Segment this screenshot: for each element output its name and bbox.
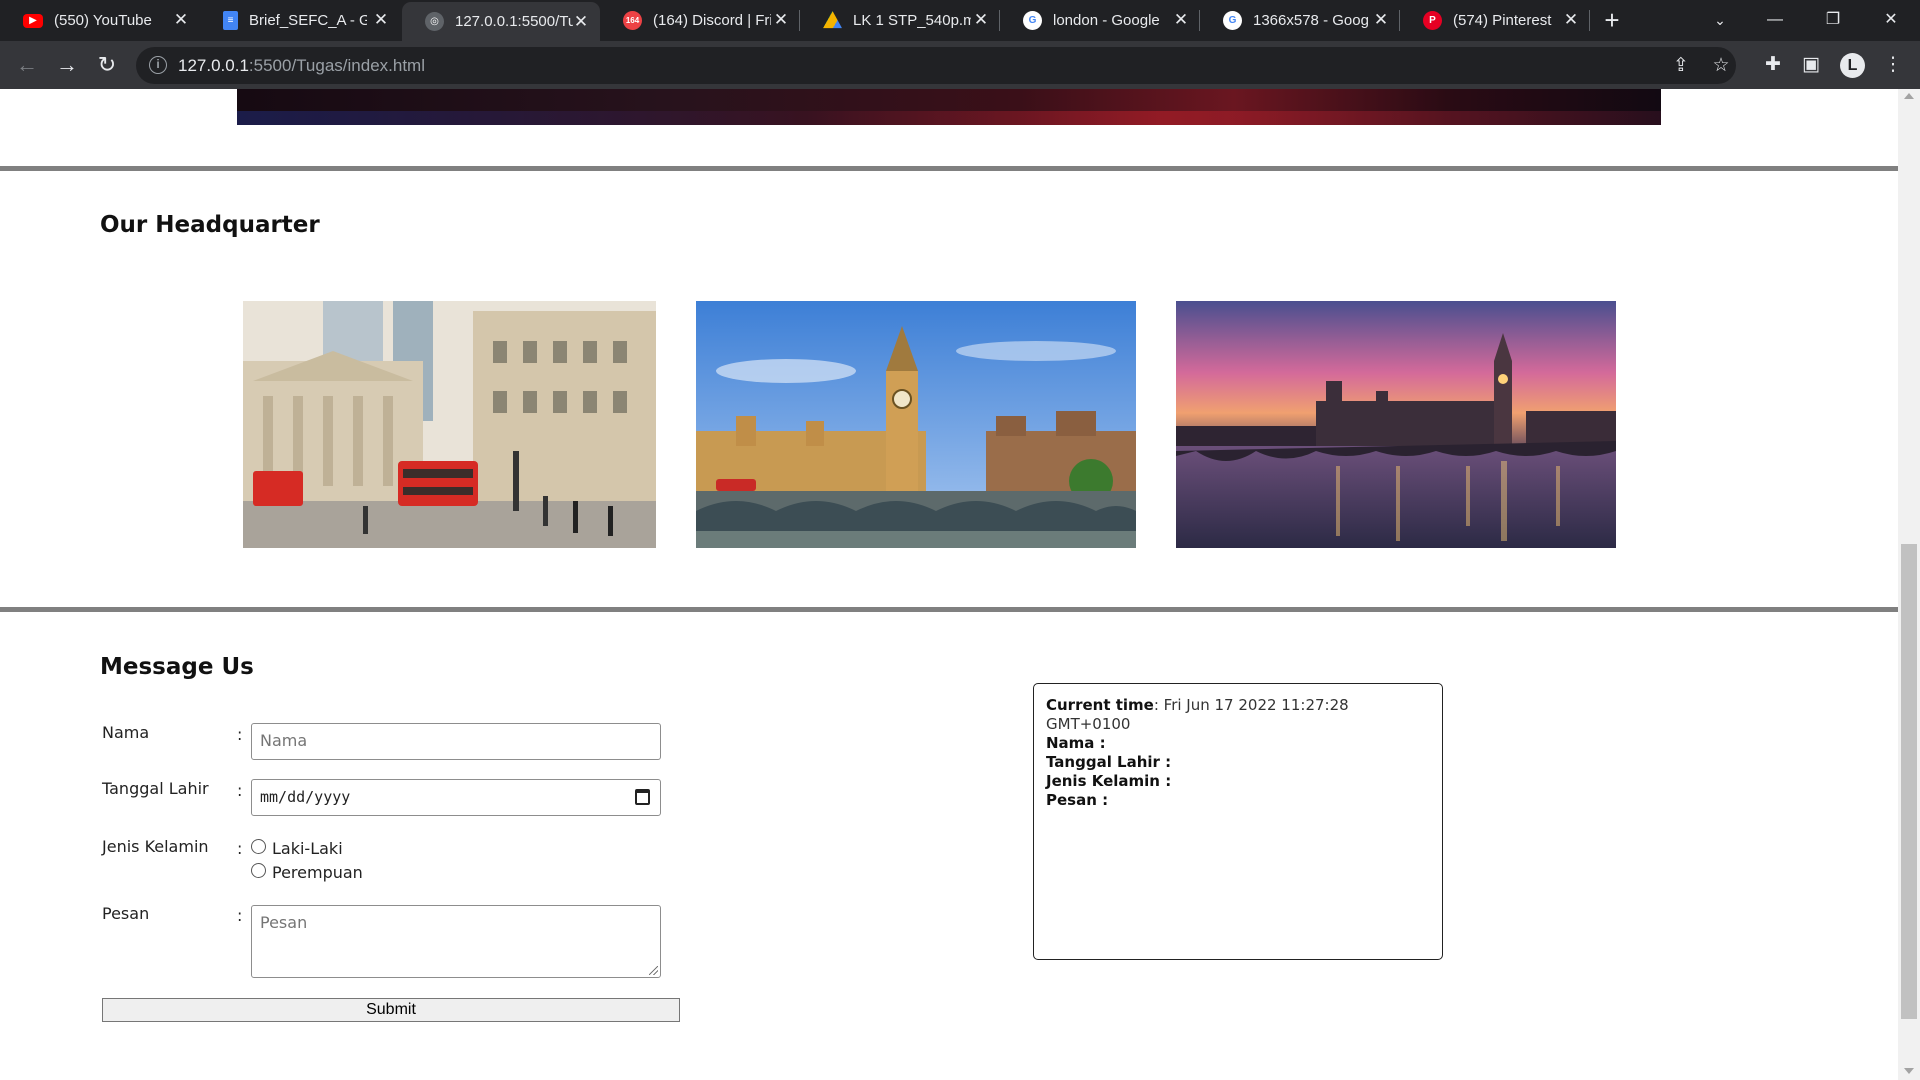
reload-icon[interactable]: ↻ [92,50,122,80]
close-window-button[interactable]: ✕ [1866,6,1916,34]
profile-avatar[interactable]: L [1840,53,1865,78]
tab-discord[interactable]: 164 (164) Discord | Fri ✕ [600,0,800,41]
minimize-button[interactable]: — [1750,6,1800,34]
top-banner-image [237,89,1661,125]
new-tab-button[interactable]: + [1598,7,1626,35]
nama-input[interactable]: Nama [251,723,661,760]
forward-arrow-icon[interactable]: → [52,50,82,80]
output-nama-label: Nama : [1046,734,1106,752]
side-panel-icon[interactable]: ▣ [1800,54,1822,76]
google-icon: G [1023,11,1042,30]
tanggal-lahir-date-input[interactable]: mm/dd/yyyy [251,779,661,816]
radio-laki-laki[interactable]: Laki-Laki [251,839,343,858]
pesan-label: Pesan [102,904,150,923]
globe-icon: ◎ [425,12,444,31]
close-tab-icon[interactable]: ✕ [1172,11,1190,29]
youtube-icon: ▶ [23,13,43,28]
output-pesan-label: Pesan : [1046,791,1109,809]
westminster-sunset-photo [1176,301,1616,548]
close-tab-icon[interactable]: ✕ [1562,11,1580,29]
extensions-puzzle-icon[interactable]: ✚ [1762,54,1784,76]
output-tanggal-label: Tanggal Lahir : [1046,753,1172,771]
close-tab-icon[interactable]: ✕ [772,11,790,29]
tab-pinterest[interactable]: P (574) Pinterest ✕ [1400,0,1590,41]
page-scrollbar[interactable] [1898,89,1920,1080]
tab-youtube[interactable]: ▶ (550) YouTube ✕ [0,0,200,41]
colon: : [237,725,243,744]
google-drive-icon [823,11,842,29]
discord-icon: 164 [623,11,642,30]
current-time-row: Current time: Fri Jun 17 2022 11:27:28 G… [1046,696,1349,733]
close-tab-icon[interactable]: ✕ [972,11,990,29]
resize-handle-icon[interactable] [649,966,658,975]
nama-label: Nama [102,723,150,742]
calendar-icon[interactable] [635,789,650,805]
browser-tab-strip: ▶ (550) YouTube ✕ ≡ Brief_SEFC_A - Go ✕ … [0,0,1920,41]
submit-button[interactable]: Submit [102,998,680,1022]
url-text[interactable]: 127.0.0.1:5500/Tugas/index.html [178,56,425,76]
pinterest-icon: P [1423,11,1442,30]
bookmark-star-icon[interactable]: ☆ [1710,55,1732,77]
scroll-down-arrow-icon[interactable] [1904,1068,1914,1074]
radio-button[interactable] [251,839,266,854]
pesan-textarea[interactable]: Pesan [251,905,661,978]
radio-perempuan[interactable]: Perempuan [251,863,363,882]
section-divider [0,607,1898,612]
tab-google-london[interactable]: G london - Google ✕ [1000,0,1200,41]
site-info-icon[interactable]: i [149,56,167,74]
google-icon: G [1223,11,1242,30]
page-viewport: Our Headquarter Message Us Nama: Nama T… [0,89,1898,1080]
jenis-kelamin-label: Jenis Kelamin [102,837,209,856]
restore-button[interactable]: ❐ [1808,6,1858,34]
scrollbar-thumb[interactable] [1901,544,1917,1019]
address-bar[interactable]: i 127.0.0.1:5500/Tugas/index.html ⇪ ☆ [136,47,1736,84]
tab-separator [1589,10,1590,31]
close-tab-icon[interactable]: ✕ [572,13,590,31]
back-arrow-icon[interactable]: ← [12,50,42,80]
message-us-title: Message Us [100,654,254,680]
close-tab-icon[interactable]: ✕ [372,11,390,29]
share-icon[interactable]: ⇪ [1670,55,1692,77]
scroll-up-arrow-icon[interactable] [1904,93,1914,99]
tab-google-docs[interactable]: ≡ Brief_SEFC_A - Go ✕ [200,0,400,41]
colon: : [237,839,243,858]
city-street-photo [243,301,656,548]
tanggal-lahir-label: Tanggal Lahir [102,779,209,798]
headquarter-title: Our Headquarter [100,212,320,238]
close-tab-icon[interactable]: ✕ [172,11,190,29]
output-jenis-label: Jenis Kelamin : [1046,772,1172,790]
chrome-menu-icon[interactable]: ⋮ [1882,54,1904,76]
close-tab-icon[interactable]: ✕ [1372,11,1390,29]
google-docs-icon: ≡ [223,11,238,30]
colon: : [237,906,243,925]
radio-button[interactable] [251,863,266,878]
tab-google-drive[interactable]: LK 1 STP_540p.mp ✕ [800,0,1000,41]
browser-toolbar: ← → ↻ i 127.0.0.1:5500/Tugas/index.html … [0,41,1920,89]
big-ben-day-photo [696,301,1136,548]
output-panel: Current time: Fri Jun 17 2022 11:27:28 G… [1033,683,1443,960]
section-divider [0,166,1898,171]
tab-search-chevron-icon[interactable]: ⌄ [1695,6,1745,34]
tab-localhost-active[interactable]: ◎ 127.0.0.1:5500/Tu ✕ [402,2,600,41]
tab-google-1366[interactable]: G 1366x578 - Goog ✕ [1200,0,1400,41]
colon: : [237,781,243,800]
